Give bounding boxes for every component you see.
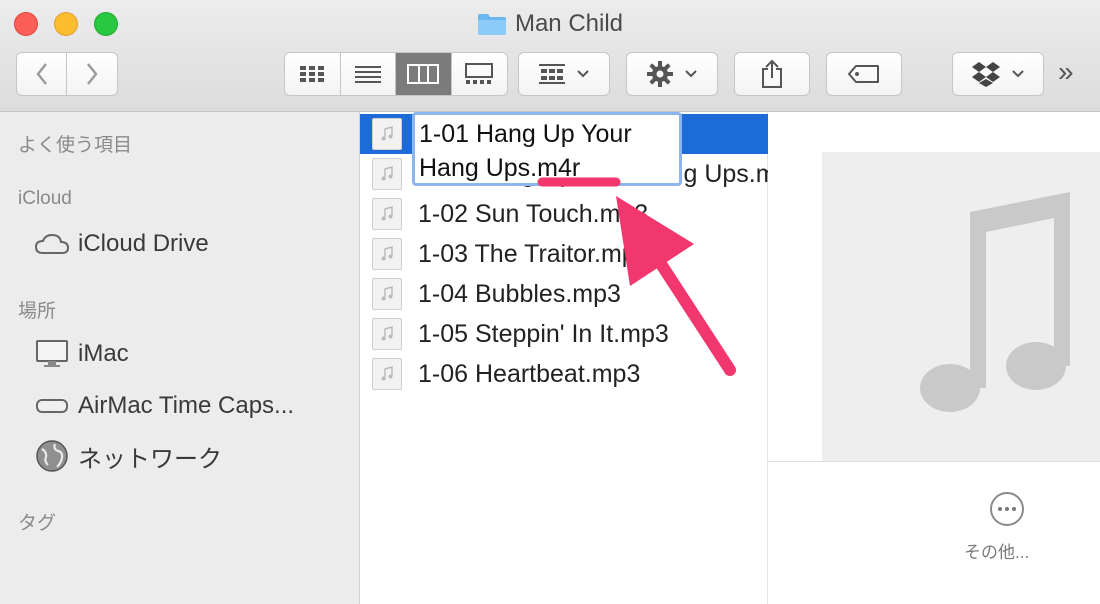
sidebar-section-tags: タグ	[18, 513, 57, 534]
file-row[interactable]: 1-03 The Traitor.mp3	[360, 234, 768, 274]
finder-window: Man Child » よく使う項目 iCloud iCloud Drive 場…	[0, 0, 1100, 604]
column-view-button[interactable]	[396, 53, 452, 95]
sidebar-item-imac[interactable]: iMac	[34, 334, 354, 374]
list-view-button[interactable]	[341, 53, 396, 95]
file-name: 1-03 The Traitor.mp3	[418, 239, 650, 268]
sidebar-section-icloud: iCloud	[18, 188, 72, 209]
disk-icon	[34, 391, 70, 421]
sidebar-section-locations: 場所	[18, 301, 57, 322]
sidebar-item-airmac-time-capsule[interactable]: AirMac Time Caps...	[34, 386, 354, 426]
chevron-down-icon	[1012, 70, 1024, 78]
audio-file-icon	[372, 158, 402, 190]
columns-icon	[407, 64, 440, 84]
rename-text-line-2: Hang Ups.m4r	[419, 154, 581, 182]
gallery-icon	[465, 63, 494, 84]
chevron-down-icon	[577, 70, 589, 78]
audio-file-icon	[372, 278, 402, 310]
tag-icon	[848, 65, 879, 83]
dropbox-icon	[972, 62, 1000, 87]
share-button[interactable]	[734, 52, 810, 96]
share-icon	[762, 59, 782, 88]
rename-field[interactable]: 1-01 Hang Up Your Hang Ups.m4r	[412, 112, 682, 186]
monitor-icon	[34, 339, 70, 369]
audio-file-icon	[372, 318, 402, 350]
group-icon	[539, 64, 565, 84]
window-title: Man Child	[0, 10, 1100, 38]
file-name: 1-04 Bubbles.mp3	[418, 279, 621, 308]
file-name: 1-05 Steppin' In It.mp3	[418, 319, 669, 348]
album-art-placeholder	[822, 152, 1100, 462]
sidebar-item-label: iCloud Drive	[78, 230, 209, 257]
file-row[interactable]: 1-05 Steppin' In It.mp3	[360, 314, 768, 354]
group-by-button[interactable]	[518, 52, 610, 96]
sidebar-item-label: iMac	[78, 340, 129, 367]
toolbar: Man Child »	[0, 0, 1100, 112]
dropbox-button[interactable]	[952, 52, 1044, 96]
back-button[interactable]	[17, 53, 67, 95]
icon-view-button[interactable]	[285, 53, 341, 95]
ellipsis-icon	[998, 507, 1016, 511]
sidebar-section-favorites: よく使う項目	[18, 135, 133, 156]
file-row[interactable]: 1-02 Sun Touch.mp3	[360, 194, 768, 234]
audio-file-icon	[372, 358, 402, 390]
chevron-left-icon	[35, 63, 47, 85]
cloud-icon	[34, 229, 70, 259]
audio-file-icon	[372, 118, 402, 150]
more-label: その他...	[964, 543, 1030, 562]
list-icon	[354, 66, 381, 83]
audio-file-icon	[372, 198, 402, 230]
file-row[interactable]: 1-04 Bubbles.mp3	[360, 274, 768, 314]
action-menu-button[interactable]	[626, 52, 718, 96]
forward-button[interactable]	[67, 53, 117, 95]
edit-tags-button[interactable]	[826, 52, 902, 96]
chevron-down-icon	[685, 70, 697, 78]
rename-text-line-1: 1-01 Hang Up Your	[419, 120, 632, 148]
grid-icon	[300, 66, 325, 82]
gear-icon	[647, 61, 673, 87]
music-note-icon	[920, 192, 1070, 412]
folder-icon	[477, 12, 507, 36]
preview-pane: その他...	[768, 112, 1100, 604]
more-button[interactable]	[990, 492, 1024, 526]
gallery-view-button[interactable]	[452, 53, 508, 95]
toolbar-overflow-button[interactable]: »	[1058, 56, 1074, 88]
navigation-buttons	[16, 52, 118, 96]
file-name: 1-06 Heartbeat.mp3	[418, 359, 641, 388]
chevron-right-icon	[87, 63, 98, 85]
window-title-text: Man Child	[514, 10, 624, 37]
view-mode-control	[284, 52, 508, 96]
sidebar-item-label: AirMac Time Caps...	[78, 392, 295, 419]
globe-icon	[34, 440, 70, 472]
sidebar: よく使う項目 iCloud iCloud Drive 場所 iMac AirMa…	[0, 112, 360, 604]
audio-file-icon	[372, 238, 402, 270]
file-name: 1-02 Sun Touch.mp3	[418, 199, 649, 228]
file-column: 1-01 Hang Up Your Hang Ups.mp3 1-02 Sun …	[360, 112, 768, 604]
preview-divider	[768, 461, 1100, 462]
sidebar-item-network[interactable]: ネットワーク	[34, 436, 354, 476]
sidebar-item-icloud-drive[interactable]: iCloud Drive	[34, 224, 354, 264]
sidebar-item-label: ネットワーク	[78, 445, 222, 473]
file-row[interactable]: 1-06 Heartbeat.mp3	[360, 354, 768, 394]
